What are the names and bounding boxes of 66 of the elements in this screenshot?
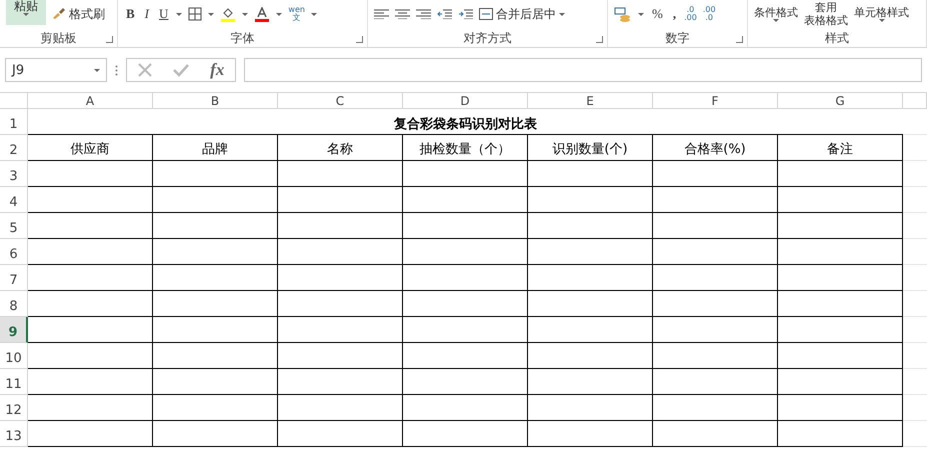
increase-indent-icon bbox=[458, 9, 473, 19]
borders-icon bbox=[188, 7, 202, 21]
header-cell: 供应商 bbox=[28, 135, 153, 161]
name-box[interactable]: J9 bbox=[5, 58, 107, 82]
group-label: 样式 bbox=[825, 30, 849, 47]
cell-styles-button[interactable]: 单元格样式 bbox=[854, 6, 909, 22]
row-header[interactable]: 7 bbox=[0, 265, 28, 291]
group-label: 对齐方式 bbox=[464, 30, 512, 47]
column-header[interactable]: F bbox=[653, 93, 778, 109]
merge-icon bbox=[479, 8, 493, 20]
font-color-icon bbox=[254, 6, 270, 22]
align-icon bbox=[416, 9, 431, 19]
bold-button[interactable]: B bbox=[124, 6, 137, 22]
header-cell: 备注 bbox=[778, 135, 903, 161]
column-header[interactable]: D bbox=[403, 93, 528, 109]
row-header[interactable]: 1 bbox=[0, 109, 28, 135]
decrease-decimal-button[interactable]: .00 .0 bbox=[702, 6, 716, 22]
paste-button[interactable]: 粘贴 bbox=[6, 0, 46, 25]
header-cell: 抽检数量（个） bbox=[403, 135, 528, 161]
group-label: 数字 bbox=[666, 30, 690, 47]
header-cell: 合格率(%) bbox=[653, 135, 778, 161]
row-header[interactable]: 9 bbox=[0, 317, 28, 343]
column-header[interactable]: A bbox=[28, 93, 153, 109]
column-header[interactable]: C bbox=[278, 93, 403, 109]
row-header[interactable]: 12 bbox=[0, 395, 28, 421]
currency-icon bbox=[614, 6, 632, 22]
row-header[interactable]: 11 bbox=[0, 369, 28, 395]
format-painter-button[interactable]: 格式刷 bbox=[52, 6, 105, 22]
merge-center-button[interactable]: 合并后居中 bbox=[479, 6, 565, 22]
select-all-button[interactable] bbox=[0, 93, 28, 109]
row-header[interactable]: 10 bbox=[0, 343, 28, 369]
group-label: 剪贴板 bbox=[40, 30, 76, 47]
percent-button[interactable]: % bbox=[650, 6, 665, 22]
insert-function-button[interactable]: fx bbox=[210, 60, 224, 80]
group-label: 字体 bbox=[230, 30, 254, 47]
row-header[interactable]: 8 bbox=[0, 291, 28, 317]
decrease-indent-icon bbox=[437, 9, 452, 19]
column-header[interactable]: B bbox=[153, 93, 278, 109]
fill-color-icon bbox=[220, 6, 236, 22]
header-cell: 名称 bbox=[278, 135, 403, 161]
header-cell: 品牌 bbox=[153, 135, 278, 161]
comma-button[interactable]: , bbox=[670, 6, 678, 22]
formula-field[interactable] bbox=[244, 58, 922, 82]
row-header[interactable]: 5 bbox=[0, 213, 28, 239]
column-header[interactable]: G bbox=[778, 93, 903, 109]
column-header[interactable] bbox=[903, 93, 927, 109]
row-header[interactable]: 13 bbox=[0, 421, 28, 447]
cancel-icon bbox=[138, 63, 152, 77]
checkmark-icon bbox=[172, 63, 189, 77]
underline-button[interactable]: U bbox=[157, 6, 170, 22]
header-cell: 识别数量(个) bbox=[528, 135, 653, 161]
conditional-format-button[interactable]: 条件格式 bbox=[754, 6, 798, 22]
row-header[interactable]: 6 bbox=[0, 239, 28, 265]
table-format-button[interactable]: 套用 表格格式 bbox=[804, 1, 848, 27]
row-header[interactable]: 3 bbox=[0, 161, 28, 187]
row-header[interactable]: 2 bbox=[0, 135, 28, 161]
row-header[interactable]: 4 bbox=[0, 187, 28, 213]
paintbrush-icon bbox=[52, 8, 66, 20]
italic-button[interactable]: I bbox=[142, 6, 152, 22]
align-icon bbox=[395, 9, 410, 19]
more-icon bbox=[115, 64, 118, 76]
align-icon bbox=[374, 9, 389, 19]
increase-decimal-button[interactable]: .0 .00 bbox=[684, 6, 697, 22]
column-header[interactable]: E bbox=[528, 93, 653, 109]
sheet-title: 复合彩袋条码识别对比表 bbox=[28, 109, 903, 135]
phonetic-button[interactable]: wen 文 bbox=[288, 6, 305, 22]
